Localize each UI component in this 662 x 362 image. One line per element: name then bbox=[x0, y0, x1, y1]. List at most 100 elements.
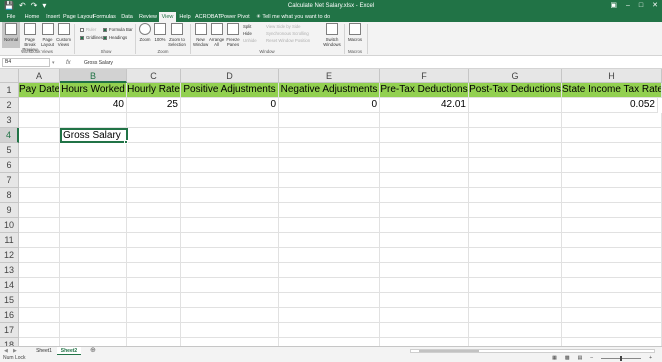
row-header-14[interactable]: 14 bbox=[0, 278, 19, 293]
grid-cell[interactable] bbox=[19, 263, 60, 278]
cell-e1[interactable]: Negative Adjustments bbox=[279, 83, 380, 98]
grid-cell[interactable] bbox=[279, 263, 380, 278]
grid-cell[interactable] bbox=[181, 113, 279, 128]
sheet-nav-right-icon[interactable]: ▶ bbox=[13, 347, 17, 355]
grid-cell[interactable] bbox=[380, 173, 469, 188]
cell-c1[interactable]: Hourly Rate bbox=[127, 83, 181, 98]
grid-cell[interactable] bbox=[380, 278, 469, 293]
grid-cell[interactable] bbox=[562, 278, 662, 293]
grid-cell[interactable] bbox=[469, 338, 562, 346]
grid-cell[interactable] bbox=[181, 203, 279, 218]
grid-cell[interactable] bbox=[127, 113, 181, 128]
grid-cell[interactable] bbox=[127, 218, 181, 233]
grid-cell[interactable] bbox=[127, 173, 181, 188]
close-icon[interactable]: ✕ bbox=[652, 1, 658, 11]
grid-cell[interactable] bbox=[469, 323, 562, 338]
grid-cell[interactable] bbox=[380, 113, 469, 128]
column-header-g[interactable]: G bbox=[469, 69, 562, 83]
name-box[interactable]: B4 bbox=[2, 58, 50, 67]
cell-e2[interactable]: 0 bbox=[279, 98, 380, 113]
grid-cell[interactable] bbox=[19, 203, 60, 218]
row-header-16[interactable]: 16 bbox=[0, 308, 19, 323]
grid-cell[interactable] bbox=[279, 173, 380, 188]
grid-cell[interactable] bbox=[60, 308, 127, 323]
cell-b2[interactable]: 40 bbox=[60, 98, 127, 113]
grid-cell[interactable] bbox=[19, 233, 60, 248]
grid-cell[interactable] bbox=[380, 263, 469, 278]
grid-cell[interactable] bbox=[60, 188, 127, 203]
grid-cell[interactable] bbox=[469, 188, 562, 203]
row-header-15[interactable]: 15 bbox=[0, 293, 19, 308]
grid-cell[interactable] bbox=[19, 323, 60, 338]
grid-cell[interactable] bbox=[279, 323, 380, 338]
grid-cell[interactable] bbox=[562, 143, 662, 158]
grid-cell[interactable] bbox=[562, 323, 662, 338]
grid-cell[interactable] bbox=[60, 173, 127, 188]
grid-cell[interactable] bbox=[127, 203, 181, 218]
tab-view[interactable]: View bbox=[159, 12, 176, 22]
grid-cell[interactable] bbox=[181, 233, 279, 248]
grid-cell[interactable] bbox=[562, 113, 662, 128]
grid-cell[interactable] bbox=[562, 308, 662, 323]
grid-cell[interactable] bbox=[380, 323, 469, 338]
grid-cell[interactable] bbox=[127, 293, 181, 308]
unhide-button[interactable]: Unhide bbox=[243, 38, 257, 44]
cell-h2[interactable]: 0.052 bbox=[562, 98, 658, 113]
ribbon-display-icon[interactable]: ▣ bbox=[610, 1, 617, 11]
cell-f2[interactable]: 42.01 bbox=[380, 98, 469, 113]
grid-cell[interactable] bbox=[279, 308, 380, 323]
column-header-d[interactable]: D bbox=[181, 69, 279, 83]
tab-formulas[interactable]: Formulas bbox=[93, 12, 116, 22]
grid-cell[interactable] bbox=[181, 173, 279, 188]
tab-file[interactable]: File bbox=[2, 12, 20, 22]
select-all-corner[interactable] bbox=[0, 69, 19, 83]
grid-cell[interactable] bbox=[127, 308, 181, 323]
grid-cell[interactable] bbox=[380, 293, 469, 308]
grid-cell[interactable] bbox=[279, 293, 380, 308]
grid-cell[interactable] bbox=[279, 143, 380, 158]
grid-cell[interactable] bbox=[19, 143, 60, 158]
cell-a1[interactable]: Pay Date bbox=[19, 83, 60, 98]
grid-cell[interactable] bbox=[469, 173, 562, 188]
cell-d2[interactable]: 0 bbox=[181, 98, 279, 113]
grid-cell[interactable] bbox=[562, 173, 662, 188]
macros-button[interactable]: Macros bbox=[347, 22, 363, 48]
grid-cell[interactable] bbox=[279, 248, 380, 263]
row-header-2[interactable]: 2 bbox=[0, 98, 19, 113]
grid-cell[interactable] bbox=[60, 218, 127, 233]
grid-cell[interactable] bbox=[469, 248, 562, 263]
arrange-all-button[interactable]: Arrange All bbox=[209, 22, 224, 48]
grid-cell[interactable] bbox=[380, 248, 469, 263]
tab-review[interactable]: Review bbox=[138, 12, 158, 22]
formula-bar-checkbox[interactable]: Formula Bar bbox=[103, 27, 133, 33]
grid-cell[interactable] bbox=[469, 218, 562, 233]
grid-cell[interactable] bbox=[562, 218, 662, 233]
zoom-slider[interactable] bbox=[601, 356, 642, 361]
grid-cell[interactable] bbox=[562, 248, 662, 263]
freeze-panes-button[interactable]: Freeze Panes bbox=[225, 22, 241, 48]
grid-cell[interactable] bbox=[60, 338, 127, 346]
grid-cell[interactable] bbox=[279, 128, 380, 143]
column-header-h[interactable]: H bbox=[562, 69, 662, 83]
grid-cell[interactable] bbox=[181, 293, 279, 308]
grid-cell[interactable] bbox=[181, 188, 279, 203]
grid-cell[interactable] bbox=[127, 188, 181, 203]
row-header-12[interactable]: 12 bbox=[0, 248, 19, 263]
cell-g2[interactable] bbox=[469, 98, 562, 113]
cell-a2[interactable] bbox=[19, 98, 60, 113]
headings-checkbox[interactable]: Headings bbox=[103, 35, 127, 41]
grid-cell[interactable] bbox=[19, 278, 60, 293]
normal-view-status-icon[interactable]: ▦ bbox=[552, 355, 557, 362]
grid-cell[interactable] bbox=[562, 158, 662, 173]
grid-cell[interactable] bbox=[19, 173, 60, 188]
view-side-by-side-button[interactable]: View Side by Side bbox=[266, 24, 301, 30]
grid-cell[interactable] bbox=[562, 338, 662, 346]
row-header-9[interactable]: 9 bbox=[0, 203, 19, 218]
column-header-c[interactable]: C bbox=[127, 69, 181, 83]
grid-cell[interactable] bbox=[60, 113, 127, 128]
row-header-17[interactable]: 17 bbox=[0, 323, 19, 338]
sheet-tab-sheet2[interactable]: Sheet2 bbox=[57, 347, 81, 355]
grid-cell[interactable] bbox=[127, 143, 181, 158]
custom-views-button[interactable]: Custom Views bbox=[56, 22, 71, 48]
sheet-tab-sheet1[interactable]: Sheet1 bbox=[32, 347, 56, 355]
